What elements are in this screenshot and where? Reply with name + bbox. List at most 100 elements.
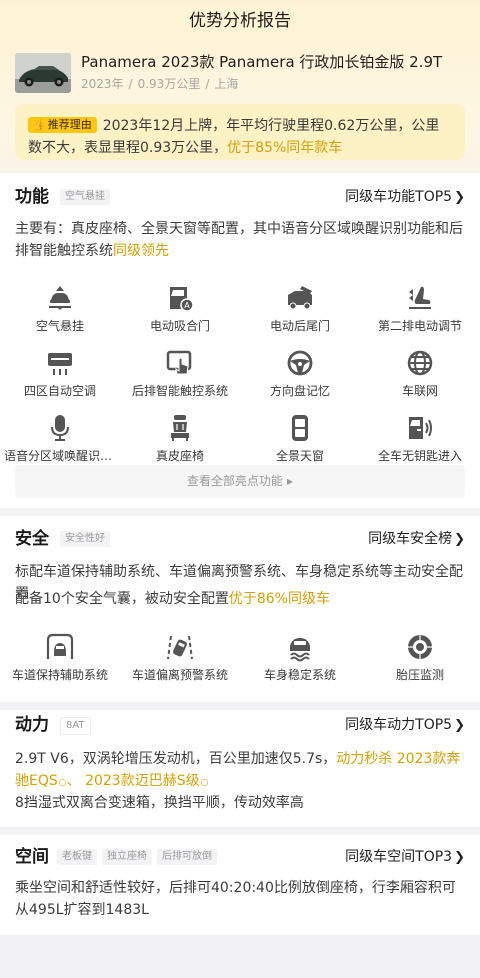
safety-item[interactable]: 车道保持辅助系统 [0, 632, 120, 697]
safety-line2-highlight: 优于86%同级车 [228, 591, 330, 607]
power-card: 动力 8AT 同级车动力TOP5 ❯ 2.9T V6，双涡轮增压发动机，百公里加速… [0, 710, 480, 827]
safety-item[interactable]: 车身稳定系统 [240, 632, 360, 697]
features-desc-highlight: 同级领先 [113, 243, 169, 259]
car-name: Panamera 2023款 Panamera 行政加长铂金版 2.9T [81, 53, 443, 71]
feature-label: 车联网 [401, 384, 438, 398]
feature-label: 语音分区域唤醒识别功能 [4, 449, 120, 463]
power-line1-highlight: 动力秒杀 [336, 751, 393, 767]
car-thumbnail [15, 53, 71, 93]
car-summary[interactable]: Panamera 2023款 Panamera 行政加长铂金版 2.9T 202… [15, 51, 470, 95]
safety-rank-label: 同级车安全榜 [368, 531, 453, 547]
feature-label: 全景天窗 [275, 449, 324, 463]
features-tags: 空气悬挂 [60, 189, 110, 205]
safety-label: 车道偏离预警系统 [131, 668, 228, 682]
space-rank-label: 同级车空间TOP3 [345, 849, 453, 865]
space-rank-link[interactable]: 同级车空间TOP3 ❯ [345, 847, 465, 868]
feature-label: 电动吸合门 [149, 319, 210, 333]
recommend-box: 👍 推荐理由 2023年12月上牌，年平均行驶里程0.62万公里，公里数不大，表显里… [15, 104, 465, 160]
power-tag: 8AT [60, 717, 91, 735]
power-tags: 8AT [60, 717, 91, 735]
safety-label: 车身稳定系统 [263, 668, 336, 682]
view-all-label: 查看全部亮点功能 [186, 474, 283, 488]
feature-label: 第二排电动调节 [377, 319, 462, 333]
power-line1-text: 2.9T V6，双涡轮增压发动机，百公里加速仅5.7s， [15, 751, 337, 767]
car-city: 上海 [214, 77, 239, 91]
svg-text:A: A [184, 301, 190, 310]
microphone-icon [51, 415, 69, 441]
safety-item[interactable]: 车道偏离预警系统 [120, 632, 240, 697]
recommend-badge-label: 推荐理由 [47, 118, 92, 131]
feature-item[interactable]: 后排智能触控系统 [120, 348, 240, 413]
feature-item[interactable]: 第二排电动调节 [360, 283, 480, 348]
safety-line2-text: 配备10个安全气囊，被动安全配置 [15, 591, 229, 607]
features-desc-text: 主要有：真皮座椅、全景天窗等配置，其中语音分区域唤醒识别功能和后排智能触控系统 [15, 221, 463, 259]
compare-link-2[interactable]: 2023款迈巴赫S级○ [85, 773, 208, 789]
feature-label: 全车无钥匙进入 [377, 449, 462, 463]
climate-control-icon [48, 353, 72, 375]
power-rank-label: 同级车动力TOP5 [345, 717, 453, 733]
chevron-right-icon: ❯ [454, 532, 465, 547]
power-title: 动力 [15, 715, 49, 735]
features-card: 功能 空气悬挂 同级车功能TOP5 ❯ 主要有：真皮座椅、全景天窗等配置，其中语音… [0, 173, 480, 508]
chevron-right-icon: ❯ [454, 850, 465, 865]
feature-item[interactable]: 四区自动空调 [0, 348, 120, 413]
page-title: 优势分析报告 [189, 11, 291, 31]
view-all-features-button[interactable]: 查看全部亮点功能 ▶ [15, 465, 465, 498]
space-title: 空间 [15, 847, 49, 867]
feature-label: 四区自动空调 [23, 384, 96, 398]
feature-label: 真皮座椅 [155, 449, 204, 463]
touch-panel-icon [166, 350, 192, 375]
space-header[interactable]: 空间 老板键 独立座椅 后排可放倒 同级车空间TOP3 ❯ [15, 846, 465, 868]
safety-line2: 配备10个安全气囊，被动安全配置优于86%同级车 [15, 588, 465, 610]
keyless-entry-icon [409, 417, 432, 439]
feature-item[interactable]: 空气悬挂 [0, 283, 120, 348]
features-rank-link[interactable]: 同级车功能TOP5 ❯ [345, 187, 465, 208]
safety-tag: 安全性好 [60, 531, 110, 547]
feature-item[interactable]: 车联网 [360, 348, 480, 413]
feature-label: 空气悬挂 [35, 319, 84, 333]
recommend-badge: 👍 推荐理由 [28, 117, 97, 133]
feature-item[interactable]: 方向盘记忆 [240, 348, 360, 413]
globe-icon [407, 350, 433, 376]
safety-title: 安全 [15, 529, 49, 549]
power-tailgate-icon [288, 286, 312, 310]
feature-item[interactable]: 电动后尾门 [240, 283, 360, 348]
power-line2: 8挡湿式双离合变速箱，换挡平顺，传动效率高 [15, 795, 304, 811]
car-mileage: 0.93万公里 [137, 77, 201, 91]
caret-right-icon: ▶ [286, 477, 294, 486]
space-tag: 老板键 [57, 849, 97, 865]
steering-wheel-icon [287, 350, 313, 376]
space-tag: 后排可放倒 [157, 849, 217, 865]
space-tags: 老板键 独立座椅 后排可放倒 [57, 849, 217, 865]
compare-label: 2023款迈巴赫S级 [85, 773, 200, 789]
safety-label: 车道保持辅助系统 [11, 668, 108, 682]
power-seat-icon [409, 286, 431, 309]
tire-pressure-icon [408, 635, 432, 659]
features-desc: 主要有：真皮座椅、全景天窗等配置，其中语音分区域唤醒识别功能和后排智能触控系统同… [15, 218, 465, 262]
power-header[interactable]: 动力 8AT 同级车动力TOP5 ❯ [15, 714, 465, 736]
feature-label: 方向盘记忆 [269, 384, 330, 398]
chevron-right-icon: ❯ [454, 718, 465, 733]
thumbs-up-icon: 👍 [32, 118, 46, 131]
space-desc: 乘坐空间和舒适性较好，后排可40:20:40比例放倒座椅，行李厢容积可从495L… [15, 880, 456, 918]
space-tag: 独立座椅 [102, 849, 152, 865]
soft-close-door-icon: A [170, 287, 194, 312]
safety-rank-link[interactable]: 同级车安全榜 ❯ [368, 529, 465, 550]
features-header[interactable]: 功能 空气悬挂 同级车功能TOP5 ❯ [15, 186, 465, 208]
sunroof-icon [292, 415, 308, 441]
lane-keep-icon [46, 633, 74, 659]
safety-grid: 车道保持辅助系统 车道偏离预警系统 车身稳定系统 胎压监测 [0, 632, 480, 697]
car-meta: 2023年 / 0.93万公里 / 上海 [81, 76, 238, 92]
space-card: 空间 老板键 独立座椅 后排可放倒 同级车空间TOP3 ❯ 乘坐空间和舒适性较好，… [0, 835, 480, 935]
feature-item[interactable]: A 电动吸合门 [120, 283, 240, 348]
safety-tags: 安全性好 [60, 531, 110, 547]
power-line1: 2.9T V6，双涡轮增压发动机，百公里加速仅5.7s，动力秒杀 2023款奔驰… [15, 748, 465, 794]
feature-tag: 空气悬挂 [60, 189, 110, 205]
chevron-right-icon: ❯ [454, 190, 465, 205]
leather-seat-icon [171, 415, 189, 441]
recommend-highlight: 优于85%同年款车 [227, 140, 343, 156]
stability-control-icon [290, 638, 310, 662]
power-rank-link[interactable]: 同级车动力TOP5 ❯ [345, 715, 465, 736]
safety-item[interactable]: 胎压监测 [360, 632, 480, 697]
safety-header[interactable]: 安全 安全性好 同级车安全榜 ❯ [15, 528, 465, 550]
